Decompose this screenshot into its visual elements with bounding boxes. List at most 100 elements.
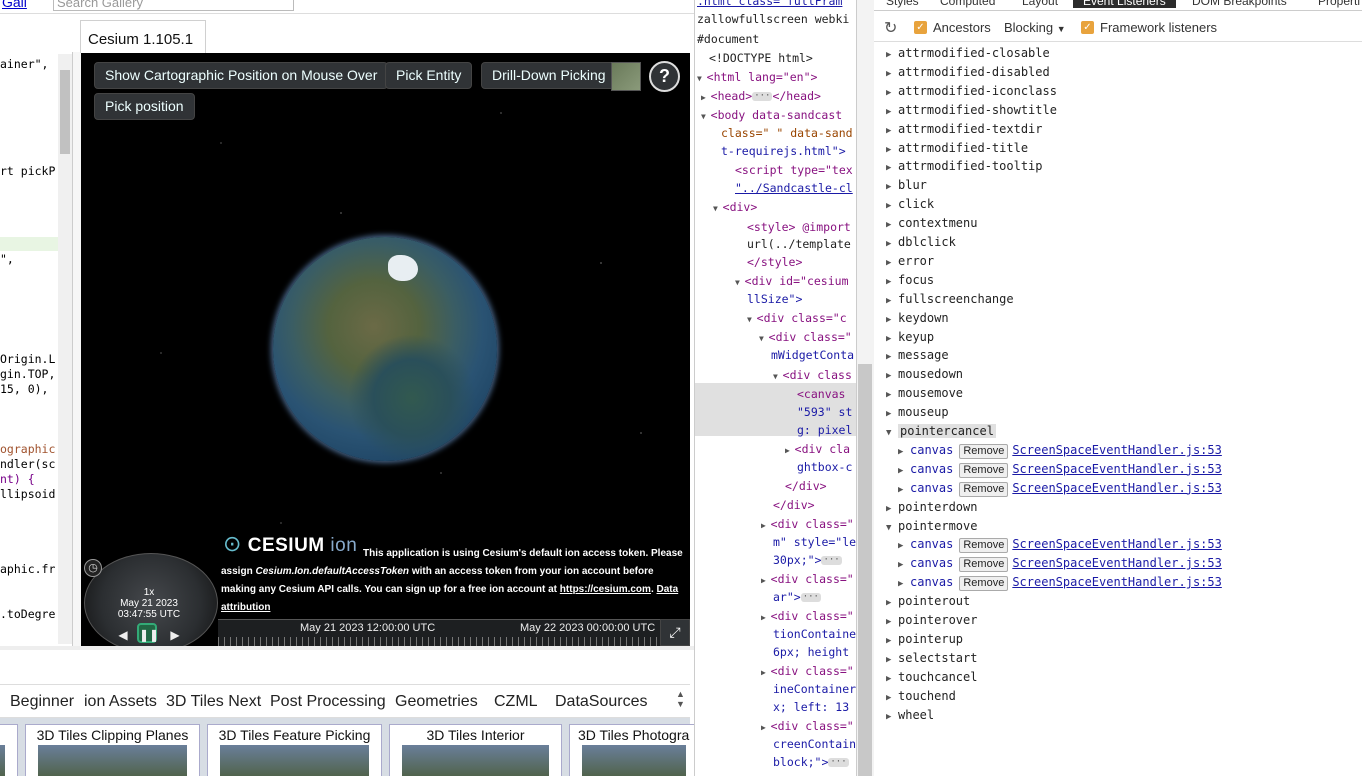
dom-node[interactable]: g: pixel xyxy=(797,423,852,437)
event-item[interactable]: ▶ pointerout xyxy=(886,594,970,612)
event-item[interactable]: ▶ wheel xyxy=(886,708,934,726)
listener-node[interactable]: canvas xyxy=(910,575,953,589)
event-item[interactable]: ▼ pointermove xyxy=(886,519,977,537)
expand-triangle-icon[interactable]: ▶ xyxy=(886,145,898,155)
expand-triangle-icon[interactable]: ▶ xyxy=(886,617,898,627)
dom-node[interactable]: creenContain xyxy=(773,737,856,751)
event-item[interactable]: ▶ selectstart xyxy=(886,651,977,669)
event-item[interactable]: ▶ keydown xyxy=(886,311,949,329)
clock-icon[interactable]: ◷ xyxy=(84,559,102,577)
expand-triangle-icon[interactable]: ▶ xyxy=(898,485,910,495)
expand-triangle-icon[interactable]: ▶ xyxy=(886,88,898,98)
gallery-card[interactable]: 3D Tiles Photogra xyxy=(569,724,694,776)
dom-node[interactable]: 6px; height xyxy=(773,645,849,659)
dom-node[interactable]: ▶ <div class=" xyxy=(761,664,854,680)
expand-triangle-icon[interactable]: ▶ xyxy=(886,107,898,117)
ellipsis-icon[interactable]: ··· xyxy=(821,556,842,565)
expand-triangle-icon[interactable]: ▶ xyxy=(761,576,771,585)
help-button[interactable]: ? xyxy=(649,61,680,92)
dom-node[interactable]: ▼ <div class="c xyxy=(747,311,847,327)
editor-splitter[interactable] xyxy=(73,52,81,646)
expand-triangle-icon[interactable]: ▶ xyxy=(761,668,771,677)
horizontal-splitter[interactable] xyxy=(0,646,694,650)
ellipsis-icon[interactable]: ··· xyxy=(752,92,773,101)
cesium-viewer[interactable]: Show Cartographic Position on Mouse Over… xyxy=(81,53,690,646)
expand-triangle-icon[interactable]: ▶ xyxy=(898,541,910,551)
event-item[interactable]: ▶ blur xyxy=(886,178,927,196)
dom-node[interactable]: </div> xyxy=(785,479,827,493)
expand-triangle-icon[interactable]: ▶ xyxy=(886,390,898,400)
expand-triangle-icon[interactable]: ▶ xyxy=(886,277,898,287)
show-cartographic-button[interactable]: Show Cartographic Position on Mouse Over xyxy=(94,62,389,89)
expand-triangle-icon[interactable]: ▶ xyxy=(886,636,898,646)
event-item[interactable]: ▶ pointerup xyxy=(886,632,963,650)
tab-beginner[interactable]: Beginner xyxy=(10,693,74,711)
listener-node[interactable]: canvas xyxy=(910,481,953,495)
ellipsis-icon[interactable]: ··· xyxy=(800,593,821,602)
tab-computed[interactable]: Computed xyxy=(940,0,995,8)
dom-node[interactable]: ▼ <html lang="en"> xyxy=(697,70,817,86)
blocking-dropdown[interactable]: Blocking ▼ xyxy=(1004,20,1066,35)
tab-dom-breakpoints[interactable]: DOM Breakpoints xyxy=(1192,0,1287,8)
collapse-triangle-icon[interactable]: ▼ xyxy=(697,74,707,83)
dom-node[interactable]: ▶ <div class=" xyxy=(761,719,854,735)
expand-triangle-icon[interactable]: ▶ xyxy=(898,579,910,589)
remove-listener-button[interactable]: Remove xyxy=(959,557,1009,573)
nav-scroll-icon[interactable]: ▲ ▼ xyxy=(676,689,685,709)
source-link[interactable]: ScreenSpaceEventHandler.js:53 xyxy=(1012,575,1222,589)
event-item[interactable]: ▶ contextmenu xyxy=(886,216,977,234)
dom-node[interactable]: ar"> ··· xyxy=(773,590,821,604)
collapse-triangle-icon[interactable]: ▼ xyxy=(886,523,898,533)
dom-node[interactable]: <canvas xyxy=(797,387,845,401)
cesium-link[interactable]: https://cesium.com xyxy=(560,584,651,595)
expand-triangle-icon[interactable]: ▶ xyxy=(761,723,771,732)
framework-listeners-checkbox[interactable]: ✓ xyxy=(1081,21,1094,34)
event-item[interactable]: ▶ attrmodified-title xyxy=(886,141,1028,159)
dom-node[interactable]: ▶ <div class=" xyxy=(761,572,854,588)
tab-3d-tiles-next[interactable]: 3D Tiles Next xyxy=(166,693,261,711)
source-link[interactable]: ScreenSpaceEventHandler.js:53 xyxy=(1012,481,1222,495)
source-link[interactable]: ScreenSpaceEventHandler.js:53 xyxy=(1012,537,1222,551)
dom-node[interactable]: ▼ <div> xyxy=(713,200,757,216)
dom-node[interactable]: ▶ <div class=" xyxy=(761,609,854,625)
collapse-triangle-icon[interactable]: ▼ xyxy=(886,428,898,438)
listener-node[interactable]: canvas xyxy=(910,556,953,570)
dom-node[interactable]: ▶ <head> ··· </head> xyxy=(701,89,821,105)
collapse-triangle-icon[interactable]: ▼ xyxy=(773,372,783,381)
listener-row[interactable]: ▶ canvas Remove ScreenSpaceEventHandler.js:… xyxy=(898,556,1222,574)
event-item[interactable]: ▶ click xyxy=(886,197,934,215)
base-layer-picker-icon[interactable] xyxy=(611,62,641,91)
dom-node[interactable]: <script type="tex xyxy=(735,163,853,177)
dom-node[interactable]: <!DOCTYPE html> xyxy=(709,51,813,65)
collapse-triangle-icon[interactable]: ▼ xyxy=(713,204,723,213)
play-reverse-icon[interactable]: ◀ xyxy=(113,625,133,645)
remove-listener-button[interactable]: Remove xyxy=(959,443,1009,459)
event-item[interactable]: ▶ mousemove xyxy=(886,386,963,404)
event-item[interactable]: ▶ mousedown xyxy=(886,367,963,385)
dom-node[interactable]: url(../template xyxy=(747,237,851,251)
pause-icon[interactable]: ❚❚ xyxy=(137,623,159,643)
tab-geometries[interactable]: Geometries xyxy=(395,693,478,711)
listener-row[interactable]: ▶ canvas Remove ScreenSpaceEventHandler.js:… xyxy=(898,481,1222,499)
expand-triangle-icon[interactable]: ▶ xyxy=(886,126,898,136)
expand-triangle-icon[interactable]: ▶ xyxy=(898,466,910,476)
dom-node[interactable]: ▼ <div id="cesium xyxy=(735,274,849,290)
listener-row[interactable]: ▶ canvas Remove ScreenSpaceEventHandler.js:… xyxy=(898,537,1222,555)
drill-down-picking-button[interactable]: Drill-Down Picking xyxy=(481,62,617,89)
event-item[interactable]: ▶ mouseup xyxy=(886,405,949,423)
expand-triangle-icon[interactable]: ▶ xyxy=(886,504,898,514)
expand-triangle-icon[interactable]: ▶ xyxy=(886,163,898,173)
expand-triangle-icon[interactable]: ▶ xyxy=(761,613,771,622)
event-item[interactable]: ▶ attrmodified-showtitle xyxy=(886,103,1057,121)
listener-node[interactable]: canvas xyxy=(910,462,953,476)
tab-layout[interactable]: Layout xyxy=(1022,0,1058,8)
dom-node[interactable]: block;"> ··· xyxy=(773,755,849,769)
expand-triangle-icon[interactable]: ▶ xyxy=(761,521,771,530)
expand-triangle-icon[interactable]: ▶ xyxy=(886,315,898,325)
listener-node[interactable]: canvas xyxy=(910,443,953,457)
ancestors-checkbox[interactable]: ✓ xyxy=(914,21,927,34)
tab-properties[interactable]: Properti xyxy=(1318,0,1360,8)
event-item[interactable]: ▶ message xyxy=(886,348,949,366)
expand-triangle-icon[interactable]: ▶ xyxy=(898,560,910,570)
dom-node[interactable]: ghtbox-c xyxy=(797,460,852,474)
